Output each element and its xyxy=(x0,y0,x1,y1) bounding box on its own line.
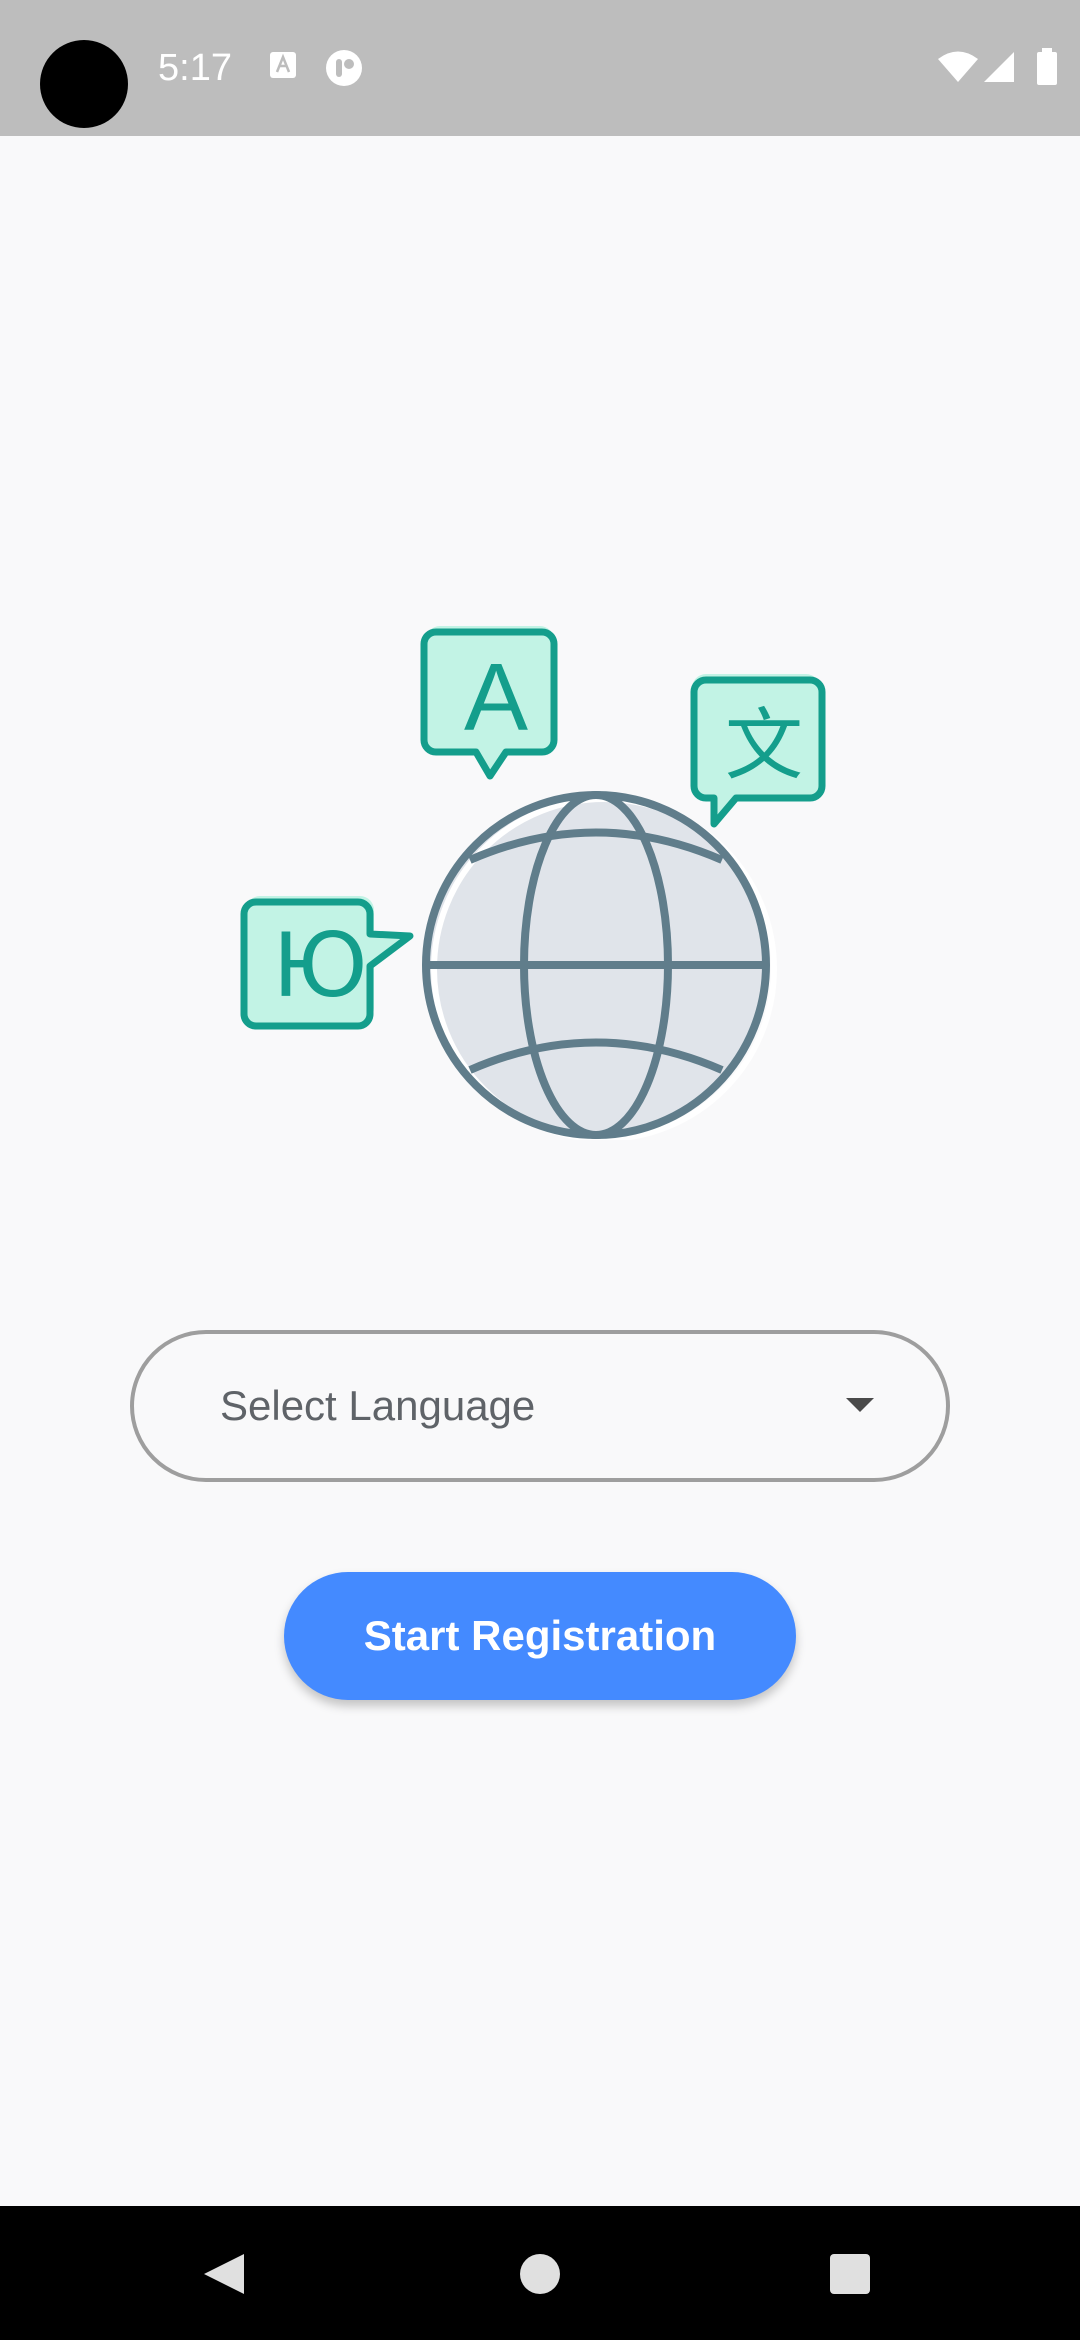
bubble-glyph-a: A xyxy=(464,644,528,751)
language-globe-illustration: A 文 Ю xyxy=(240,620,840,1142)
chinese-character-speech-bubble-icon: 文 xyxy=(690,674,826,828)
language-select-dropdown[interactable]: Select Language xyxy=(130,1330,950,1482)
app-notification-icon xyxy=(324,48,364,93)
camera-cutout xyxy=(40,40,128,128)
cyrillic-letter-speech-bubble-icon: Ю xyxy=(240,896,414,1030)
globe-icon xyxy=(422,791,777,1142)
status-bar: 5:17 xyxy=(0,0,1080,136)
registration-screen: 5:17 A 文 Ю Select Language Start Registr… xyxy=(0,0,1080,2340)
bubble-glyph-yu: Ю xyxy=(272,914,367,1017)
dropdown-arrow-icon xyxy=(846,1398,874,1412)
home-icon[interactable] xyxy=(520,2254,560,2294)
recents-icon[interactable] xyxy=(830,2254,870,2294)
status-time: 5:17 xyxy=(158,47,232,89)
wifi-icon xyxy=(936,50,980,89)
bubble-glyph-wen: 文 xyxy=(725,701,803,791)
text-a-notification-icon xyxy=(268,50,298,85)
battery-icon xyxy=(1036,48,1058,91)
start-registration-button[interactable]: Start Registration xyxy=(284,1572,796,1700)
back-icon[interactable] xyxy=(204,2254,244,2294)
navigation-bar xyxy=(0,2206,1080,2340)
language-select-label: Select Language xyxy=(220,1382,536,1429)
cellular-signal-icon xyxy=(982,50,1016,89)
letter-a-speech-bubble-icon: A xyxy=(420,626,558,780)
